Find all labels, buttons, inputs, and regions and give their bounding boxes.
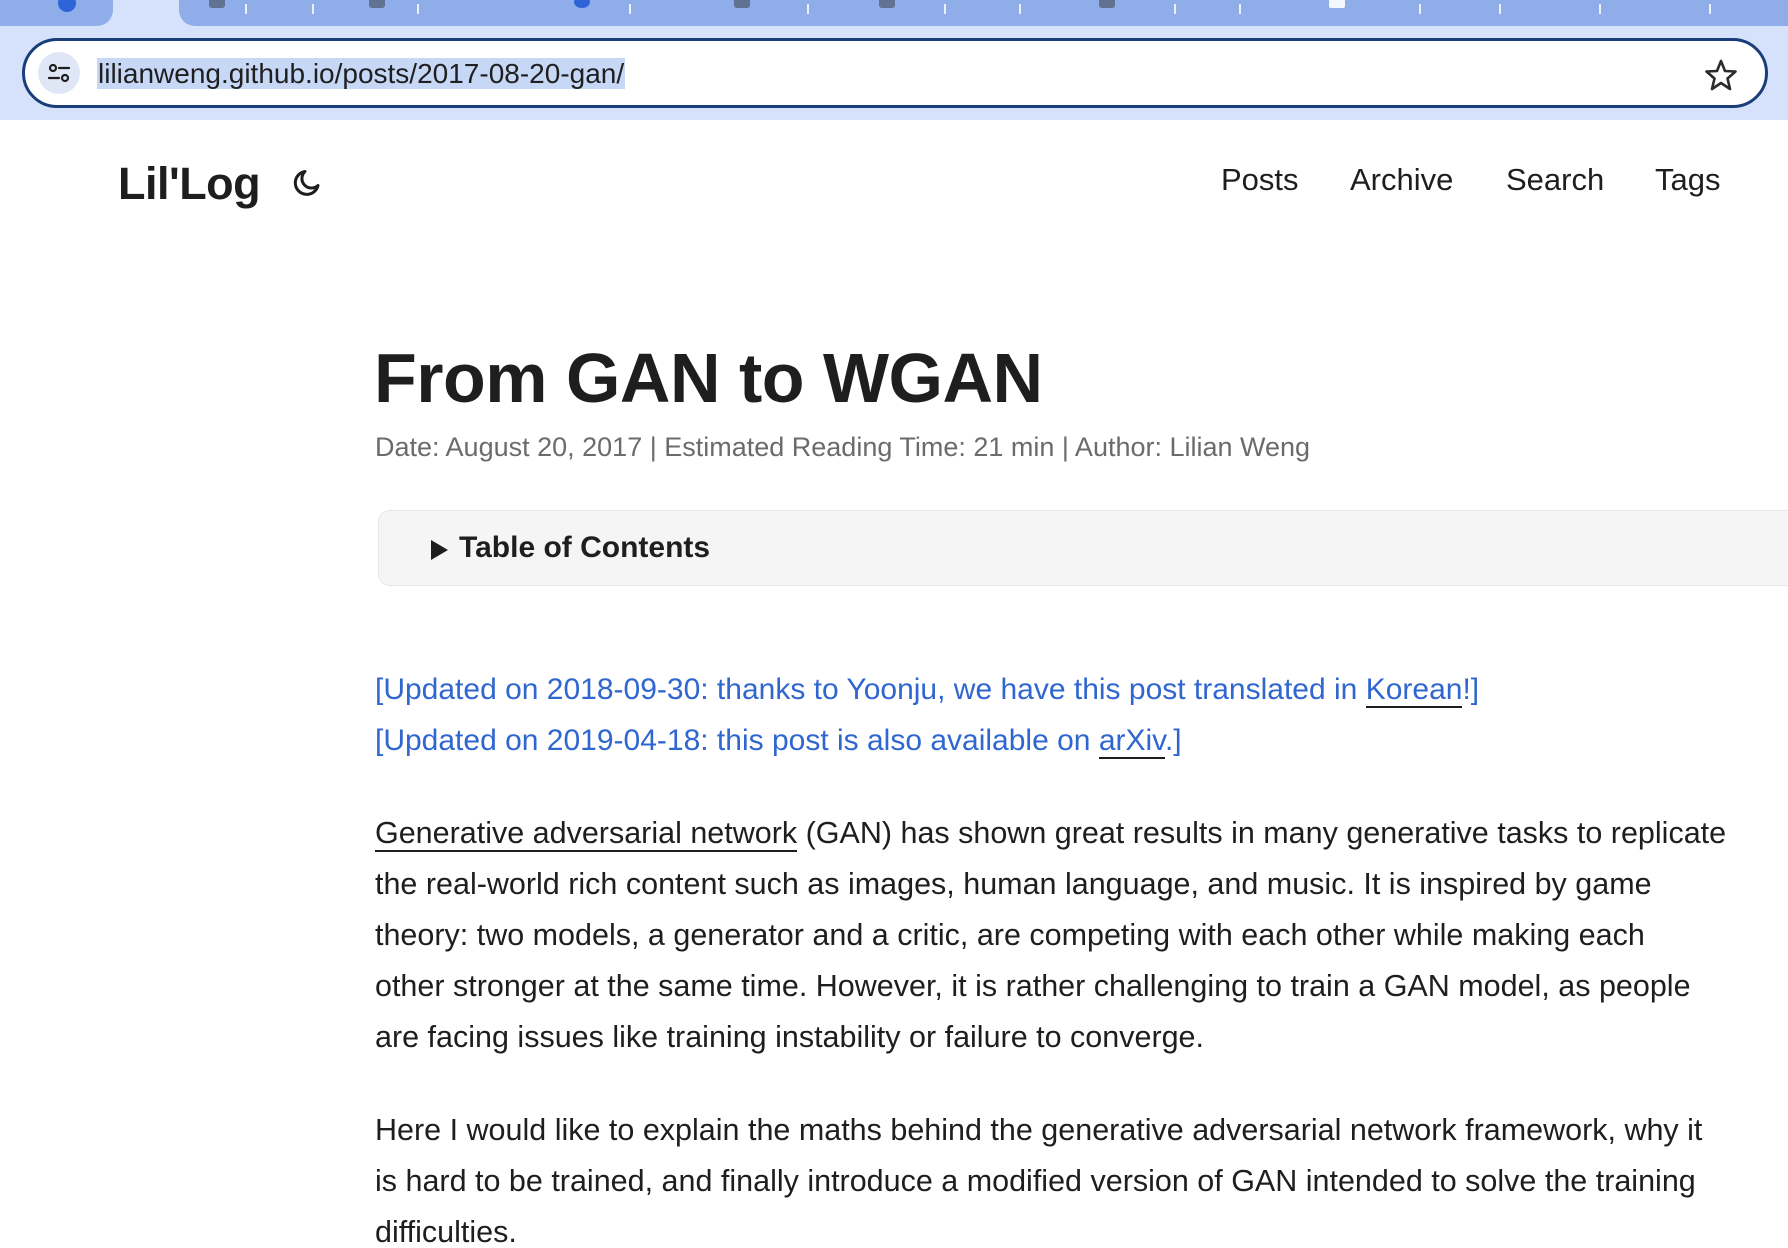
url-text[interactable]: lilianweng.github.io/posts/2017-08-20-ga… [97, 57, 626, 91]
main-nav: Posts Archive Search Tags [0, 162, 1788, 202]
site-header: Lil'Log Posts Archive Search Tags [0, 120, 1788, 240]
intro-line: other stronger at the same time. However… [375, 969, 1691, 1003]
tab-separator [1174, 4, 1176, 14]
tab-separator [1019, 4, 1021, 14]
intro-line: are facing issues like training instabil… [375, 1020, 1204, 1054]
tune-icon [47, 63, 71, 83]
second-paragraph-line: difficulties. [375, 1215, 517, 1248]
update-text: !] [1462, 673, 1480, 706]
tab-favicon-icon [369, 0, 385, 8]
tab-favicon-icon [1329, 0, 1345, 8]
site-info-button[interactable] [38, 52, 80, 94]
intro-line: Generative adversarial network (GAN) has… [375, 816, 1727, 852]
toc-label: Table of Contents [459, 531, 711, 564]
tab-favicon-icon [209, 0, 225, 8]
post-meta: Date: August 20, 2017 | Estimated Readin… [375, 432, 1311, 462]
url-selection: lilianweng.github.io/posts/2017-08-20-ga… [97, 58, 626, 89]
update-note: [Updated on 2019-04-18: this post is als… [375, 724, 1182, 759]
korean-link[interactable]: Korean [1365, 673, 1463, 708]
tab-separator [312, 4, 314, 14]
post-title: From GAN to WGAN [374, 339, 1043, 417]
tab-separator [1499, 4, 1501, 14]
tab-separator [1239, 4, 1241, 14]
tab-strip [0, 0, 1788, 26]
tab-favicon-icon [58, 0, 76, 12]
triangle-right-icon [431, 540, 448, 560]
active-tab[interactable] [113, 0, 179, 26]
star-icon[interactable] [1703, 57, 1739, 93]
nav-posts[interactable]: Posts [1221, 162, 1299, 198]
arxiv-link[interactable]: arXiv [1098, 724, 1165, 759]
update-text: [Updated on 2018-09-30: thanks to Yoonju… [375, 673, 1366, 706]
tab-separator [807, 4, 809, 14]
address-bar[interactable]: lilianweng.github.io/posts/2017-08-20-ga… [22, 38, 1768, 108]
tab-favicon-icon [574, 0, 590, 8]
nav-search[interactable]: Search [1506, 162, 1604, 198]
browser-tab-group[interactable] [179, 0, 1788, 26]
tab-separator [629, 4, 631, 14]
tab-separator [1709, 4, 1711, 14]
tab-favicon-icon [1099, 0, 1115, 8]
update-note: [Updated on 2018-09-30: thanks to Yoonju… [375, 673, 1480, 708]
tab-separator [417, 4, 419, 14]
tab-separator [245, 4, 247, 14]
intro-text: (GAN) has shown great results in many ge… [797, 816, 1727, 850]
intro-line: theory: two models, a generator and a cr… [375, 918, 1645, 952]
browser-tab[interactable] [0, 0, 113, 26]
update-text: [Updated on 2019-04-18: this post is als… [375, 724, 1099, 757]
tab-separator [944, 4, 946, 14]
nav-tags[interactable]: Tags [1655, 162, 1720, 198]
second-paragraph-line: Here I would like to explain the maths b… [375, 1113, 1703, 1147]
tab-separator [1419, 4, 1421, 14]
gan-wiki-link[interactable]: Generative adversarial network [375, 816, 798, 852]
nav-archive[interactable]: Archive [1350, 162, 1453, 198]
tab-favicon-icon [734, 0, 750, 8]
browser-toolbar: lilianweng.github.io/posts/2017-08-20-ga… [0, 26, 1788, 120]
update-text: .] [1164, 724, 1182, 757]
second-paragraph-line: is hard to be trained, and finally intro… [375, 1164, 1696, 1198]
tab-favicon-icon [879, 0, 895, 8]
tab-separator [1599, 4, 1601, 14]
table-of-contents[interactable]: Table of Contents [378, 510, 1788, 586]
intro-line: the real-world rich content such as imag… [375, 867, 1652, 901]
